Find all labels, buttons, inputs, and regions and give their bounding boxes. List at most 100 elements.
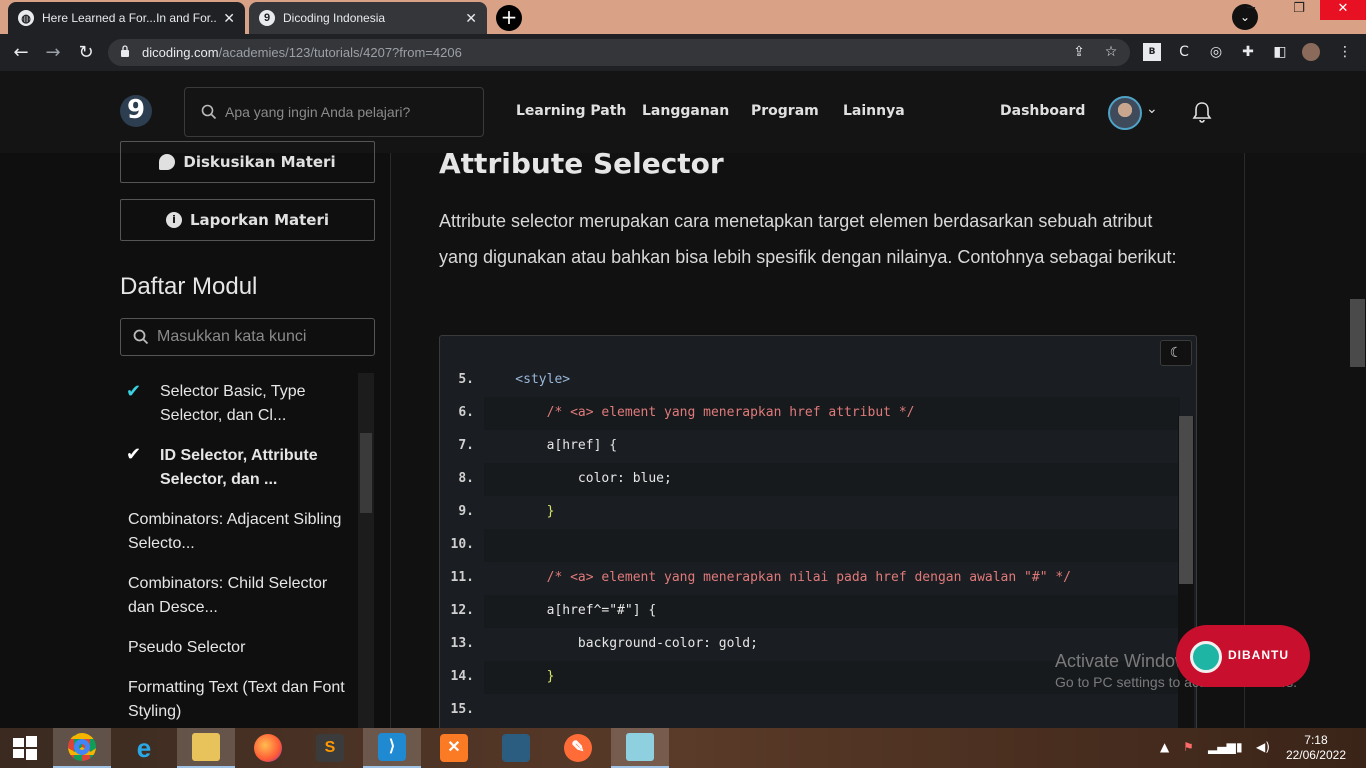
nav-lainnya[interactable]: Lainnya bbox=[843, 103, 905, 119]
restore-button[interactable]: ❐ bbox=[1276, 0, 1322, 20]
nav-langganan[interactable]: Langganan bbox=[642, 103, 729, 119]
page-scrollbar-thumb[interactable] bbox=[1350, 299, 1365, 367]
kebab-menu-icon[interactable]: ⋮ bbox=[1336, 43, 1354, 61]
info-icon: i bbox=[165, 212, 182, 228]
signal-bars-icon[interactable]: ▂▄▆ bbox=[1208, 740, 1236, 754]
section-paragraph: Attribute selector merupakan cara meneta… bbox=[439, 211, 1177, 267]
profile-avatar-icon[interactable] bbox=[1302, 43, 1320, 61]
chevron-down-icon[interactable]: ⌄ bbox=[1146, 101, 1158, 117]
module-item-formatting-text[interactable]: Formatting Text (Text dan Font Styling) bbox=[128, 676, 353, 724]
taskbar-file-explorer[interactable] bbox=[177, 728, 235, 768]
back-arrow-icon[interactable]: ← bbox=[10, 42, 32, 63]
extension-b-icon[interactable]: B bbox=[1143, 43, 1161, 61]
taskbar-vscode[interactable]: ⟩ bbox=[363, 728, 421, 768]
postman-icon: ✎ bbox=[564, 734, 592, 762]
extension-eyes-icon[interactable]: ◎ bbox=[1207, 43, 1225, 61]
battery-icon[interactable]: ▮ bbox=[1236, 740, 1243, 754]
taskbar-clock[interactable]: 7:18 22/06/2022 bbox=[1286, 733, 1346, 763]
code-text bbox=[484, 529, 1180, 562]
share-icon[interactable]: ⇪ bbox=[1070, 43, 1088, 61]
code-line: 9. } bbox=[440, 496, 1180, 529]
module-item-selector-basic[interactable]: Selector Basic, Type Selector, dan Cl... bbox=[160, 380, 350, 428]
tab-here-learned[interactable]: ◍ Here Learned a For...In and For...C ✕ bbox=[8, 2, 245, 34]
code-line: 12. a[href^="#"] { bbox=[440, 595, 1180, 628]
taskbar-sublime-text[interactable]: S bbox=[301, 728, 359, 768]
dicoding-logo[interactable]: 9 bbox=[120, 95, 152, 127]
address-bar[interactable]: dicoding.com/academies/123/tutorials/420… bbox=[108, 39, 1130, 66]
check-icon: ✔ bbox=[126, 444, 142, 465]
start-button[interactable] bbox=[0, 728, 50, 768]
close-tab-icon[interactable]: ✕ bbox=[223, 10, 235, 27]
check-icon: ✔ bbox=[126, 381, 142, 402]
nav-dashboard[interactable]: Dashboard bbox=[1000, 103, 1085, 119]
search-placeholder: Apa yang ingin Anda pelajari? bbox=[225, 104, 411, 120]
code-line: 5. <style> bbox=[440, 364, 1180, 397]
volume-icon[interactable]: ◀) bbox=[1256, 740, 1270, 754]
line-number: 5. bbox=[458, 372, 474, 387]
tutorial-content: Attribute Selector Attribute selector me… bbox=[390, 147, 1245, 735]
taskbar-internet-explorer[interactable]: e bbox=[115, 728, 173, 768]
module-item-child-selector[interactable]: Combinators: Child Selector dan Desce... bbox=[128, 572, 353, 620]
module-item-id-selector[interactable]: ID Selector, Attribute Selector, dan ... bbox=[160, 444, 350, 492]
code-line: 15. bbox=[440, 694, 1180, 727]
sidebar-scrollbar-thumb[interactable] bbox=[360, 433, 372, 513]
dibantu-label: DIBANTU bbox=[1228, 648, 1289, 662]
new-tab-button[interactable]: + bbox=[496, 5, 522, 31]
tab-title: Here Learned a For...In and For...C bbox=[42, 11, 218, 25]
notification-bell-icon[interactable] bbox=[1192, 101, 1212, 123]
taskbar-firefox[interactable] bbox=[239, 728, 297, 768]
code-text: <style> bbox=[484, 372, 571, 387]
extensions-puzzle-icon[interactable]: ✚ bbox=[1239, 43, 1257, 61]
tray-chevron-up-icon[interactable]: ▲ bbox=[1160, 740, 1169, 754]
taskbar-mysql-workbench[interactable] bbox=[487, 728, 545, 768]
module-search-input[interactable]: Masukkan kata kunci bbox=[120, 318, 375, 356]
line-number: 15. bbox=[450, 702, 474, 717]
side-panel-icon[interactable]: ◧ bbox=[1271, 43, 1289, 61]
taskbar-chrome[interactable] bbox=[53, 728, 111, 768]
line-number: 8. bbox=[458, 471, 474, 486]
code-text: /* <a> element yang menerapkan href attr… bbox=[484, 397, 1180, 430]
code-scrollbar-thumb[interactable] bbox=[1179, 416, 1193, 584]
close-window-button[interactable]: ✕ bbox=[1320, 0, 1366, 20]
site-search-input[interactable]: Apa yang ingin Anda pelajari? bbox=[184, 87, 484, 137]
close-tab-icon[interactable]: ✕ bbox=[465, 10, 477, 27]
bookmark-star-icon[interactable]: ☆ bbox=[1102, 43, 1120, 61]
network-disconnected-icon[interactable]: ⚑ bbox=[1183, 740, 1194, 754]
tab-dicoding[interactable]: 9 Dicoding Indonesia ✕ bbox=[249, 2, 487, 34]
line-number: 12. bbox=[450, 603, 474, 618]
moon-theme-toggle-icon[interactable]: ☾ bbox=[1160, 340, 1192, 366]
module-item-adjacent-sibling[interactable]: Combinators: Adjacent Sibling Selecto... bbox=[128, 508, 353, 556]
taskbar-postman[interactable]: ✎ bbox=[549, 728, 607, 768]
internet-explorer-icon: e bbox=[136, 733, 152, 763]
line-number: 6. bbox=[458, 405, 474, 420]
code-text: } bbox=[484, 504, 555, 519]
search-icon bbox=[201, 104, 217, 120]
code-line: 10. bbox=[440, 529, 1180, 562]
extension-c-icon[interactable]: C bbox=[1175, 43, 1193, 61]
code-text: a[href^="#"] { bbox=[484, 595, 1180, 628]
forward-arrow-icon[interactable]: → bbox=[42, 42, 64, 63]
line-number: 7. bbox=[458, 438, 474, 453]
chrome-icon bbox=[68, 733, 96, 761]
nav-program[interactable]: Program bbox=[751, 103, 819, 119]
nav-learning-path[interactable]: Learning Path bbox=[516, 103, 626, 119]
taskbar-notes[interactable] bbox=[611, 728, 669, 768]
discuss-material-button[interactable]: Diskusikan Materi bbox=[120, 141, 375, 183]
code-line: 7. a[href] { bbox=[440, 430, 1180, 463]
code-text: a[href] { bbox=[484, 438, 618, 453]
code-text: /* <a> element yang menerapkan nilai pad… bbox=[484, 570, 1071, 585]
report-label: Laporkan Materi bbox=[189, 211, 330, 229]
page-scrollbar[interactable] bbox=[1349, 153, 1366, 728]
dibantu-chat-button[interactable]: DIBANTU bbox=[1176, 625, 1310, 687]
module-item-pseudo-selector[interactable]: Pseudo Selector bbox=[128, 636, 353, 660]
reload-icon[interactable]: ↻ bbox=[75, 42, 97, 63]
taskbar-xampp[interactable]: ✕ bbox=[425, 728, 483, 768]
minimize-button[interactable]: ─ bbox=[1228, 0, 1274, 20]
report-material-button[interactable]: i Laporkan Materi bbox=[120, 199, 375, 241]
line-number: 11. bbox=[450, 570, 474, 585]
browser-toolbar: ← → ↻ dicoding.com/academies/123/tutoria… bbox=[0, 34, 1366, 71]
user-avatar[interactable] bbox=[1108, 96, 1142, 130]
folder-icon bbox=[192, 733, 220, 761]
sidebar-scrollbar[interactable] bbox=[358, 373, 374, 728]
